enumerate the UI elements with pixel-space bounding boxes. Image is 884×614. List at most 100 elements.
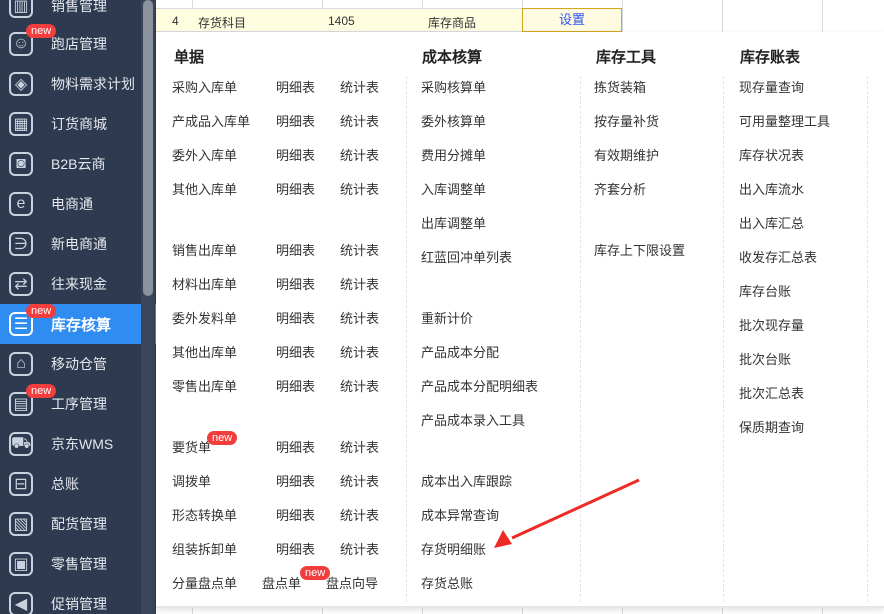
tool-link[interactable]: 齐套分析: [594, 182, 646, 198]
sidebar-item-7[interactable]: ∋ 新电商通: [0, 224, 156, 264]
summary-report-link[interactable]: 统计表: [340, 277, 379, 293]
report-link[interactable]: 批次台账: [739, 352, 791, 368]
summary-report-link[interactable]: 统计表: [340, 182, 379, 198]
cost-link[interactable]: 入库调整单: [421, 182, 486, 198]
doc-link[interactable]: 组装拆卸单: [172, 542, 237, 558]
cost-link[interactable]: 成本异常查询: [421, 508, 499, 524]
cost-link[interactable]: 产品成本分配明细表: [421, 379, 538, 395]
report-link[interactable]: 库存状况表: [739, 148, 804, 164]
detail-report-link[interactable]: 明细表: [276, 148, 315, 164]
summary-report-link[interactable]: 统计表: [340, 440, 379, 456]
new-badge: new: [300, 566, 331, 580]
cube-icon: ◈: [9, 72, 33, 96]
sidebar-scrollbar-thumb[interactable]: [143, 0, 153, 296]
summary-report-link[interactable]: 统计表: [340, 345, 379, 361]
report-link[interactable]: 批次现存量: [739, 318, 804, 334]
column-divider: [867, 76, 868, 602]
summary-report-link[interactable]: 统计表: [340, 542, 379, 558]
sidebar-item-4[interactable]: ▦ 订货商城: [0, 104, 156, 144]
detail-report-link[interactable]: 明细表: [276, 80, 315, 96]
sidebar-item-12[interactable]: ⛟ 京东WMS: [0, 424, 156, 464]
detail-report-link[interactable]: 明细表: [276, 379, 315, 395]
report-link[interactable]: 批次汇总表: [739, 386, 804, 402]
sidebar-item-label: 往来现金: [51, 276, 107, 292]
report-link[interactable]: 库存台账: [739, 284, 791, 300]
detail-report-link[interactable]: 明细表: [276, 474, 315, 490]
doc-link[interactable]: 调拨单: [172, 474, 211, 490]
report-link[interactable]: 出入库汇总: [739, 216, 804, 232]
doc-link[interactable]: 其他出库单: [172, 345, 237, 361]
cost-link[interactable]: 出库调整单: [421, 216, 486, 232]
summary-report-link[interactable]: 统计表: [340, 474, 379, 490]
cost-link[interactable]: 存货总账: [421, 576, 473, 592]
sidebar-item-6[interactable]: e 电商通: [0, 184, 156, 224]
detail-report-link[interactable]: 明细表: [276, 440, 315, 456]
doc-link[interactable]: 盘点单: [262, 576, 301, 592]
doc-link[interactable]: 委外发料单: [172, 311, 237, 327]
detail-report-link[interactable]: 明细表: [276, 508, 315, 524]
tool-link[interactable]: 拣货装箱: [594, 80, 646, 96]
tool-link[interactable]: 按存量补货: [594, 114, 659, 130]
sidebar-item-16[interactable]: ◀ 促销管理: [0, 584, 156, 614]
ecommerce-e-icon: e: [9, 192, 33, 216]
doc-link[interactable]: 委外入库单: [172, 148, 237, 164]
sidebar-item-8[interactable]: ⇄ 往来现金: [0, 264, 156, 304]
detail-report-link[interactable]: 明细表: [276, 182, 315, 198]
summary-report-link[interactable]: 统计表: [340, 148, 379, 164]
doc-link[interactable]: 要货单: [172, 440, 211, 456]
sidebar-item-3[interactable]: ◈ 物料需求计划: [0, 64, 156, 104]
report-link[interactable]: 出入库流水: [739, 182, 804, 198]
summary-report-link[interactable]: 统计表: [340, 311, 379, 327]
detail-report-link[interactable]: 明细表: [276, 311, 315, 327]
sidebar-item-label: 工序管理: [51, 396, 107, 412]
sidebar-item-5[interactable]: ◙ B2B云商: [0, 144, 156, 184]
doc-link[interactable]: 产成品入库单: [172, 114, 250, 130]
doc-link[interactable]: 材料出库单: [172, 277, 237, 293]
doc-link[interactable]: 采购入库单: [172, 80, 237, 96]
sidebar-item-2[interactable]: ☺ 跑店管理 new: [0, 24, 156, 64]
detail-report-link[interactable]: 明细表: [276, 542, 315, 558]
sidebar-item-13[interactable]: ⊟ 总账: [0, 464, 156, 504]
cost-link[interactable]: 成本出入库跟踪: [421, 474, 512, 490]
detail-report-link[interactable]: 明细表: [276, 345, 315, 361]
cost-link[interactable]: 采购核算单: [421, 80, 486, 96]
sidebar-item-label: 总账: [51, 476, 79, 492]
doc-link[interactable]: 形态转换单: [172, 508, 237, 524]
doc-link[interactable]: 零售出库单: [172, 379, 237, 395]
summary-report-link[interactable]: 统计表: [340, 243, 379, 259]
sidebar-item-15[interactable]: ▣ 零售管理: [0, 544, 156, 584]
sidebar-item-14[interactable]: ▧ 配货管理: [0, 504, 156, 544]
cost-link[interactable]: 红蓝回冲单列表: [421, 250, 512, 266]
cost-link[interactable]: 费用分摊单: [421, 148, 486, 164]
sidebar-item-label: 库存核算: [51, 316, 112, 334]
cost-link[interactable]: 产品成本分配: [421, 345, 499, 361]
tool-link[interactable]: 库存上下限设置: [594, 243, 685, 259]
detail-report-link[interactable]: 明细表: [276, 243, 315, 259]
sidebar-item-10[interactable]: ⌂ 移动仓管: [0, 344, 156, 384]
cost-link[interactable]: 委外核算单: [421, 114, 486, 130]
tool-link[interactable]: 有效期维护: [594, 148, 659, 164]
sidebar-item-11[interactable]: ▤ 工序管理 new: [0, 384, 156, 424]
report-link[interactable]: 现存量查询: [739, 80, 804, 96]
doc-link[interactable]: 销售出库单: [172, 243, 237, 259]
summary-report-link[interactable]: 统计表: [340, 114, 379, 130]
report-link[interactable]: 收发存汇总表: [739, 250, 817, 266]
inventory-mega-menu: 单据 成本核算 库存工具 库存账表 采购入库单 明细表 统计表 产成品入库单 明细表 统计…: [156, 32, 884, 608]
cost-link[interactable]: 产品成本录入工具: [421, 413, 525, 429]
summary-report-link[interactable]: 统计表: [340, 508, 379, 524]
cost-link[interactable]: 存货明细账: [421, 542, 486, 558]
detail-report-link[interactable]: 明细表: [276, 277, 315, 293]
sidebar-item-9[interactable]: ☰ 库存核算 new: [0, 304, 156, 344]
wizard-link[interactable]: 盘点向导: [326, 576, 378, 592]
detail-report-link[interactable]: 明细表: [276, 114, 315, 130]
doc-link[interactable]: 其他入库单: [172, 182, 237, 198]
exchange-arrows-icon: ⇄: [9, 272, 33, 296]
summary-report-link[interactable]: 统计表: [340, 379, 379, 395]
cost-link[interactable]: 重新计价: [421, 311, 473, 327]
doc-link[interactable]: 分量盘点单: [172, 576, 237, 592]
settings-button[interactable]: 设置: [522, 8, 622, 32]
report-link[interactable]: 可用量整理工具: [739, 114, 830, 130]
sidebar-item-1[interactable]: ▥ 销售管理: [0, 0, 156, 26]
report-link[interactable]: 保质期查询: [739, 420, 804, 436]
summary-report-link[interactable]: 统计表: [340, 80, 379, 96]
